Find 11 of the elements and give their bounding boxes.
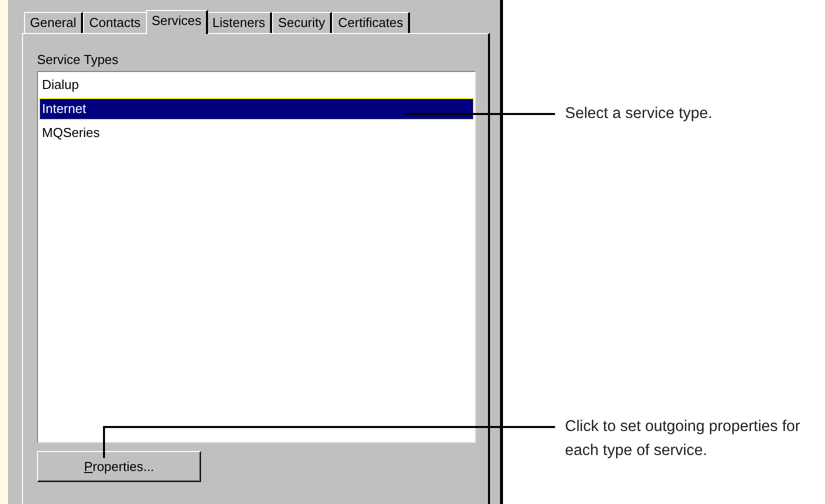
tab[interactable]: Services	[146, 10, 208, 34]
callout-text: Click to set outgoing properties for each type of service.	[565, 417, 802, 461]
tab[interactable]: Contacts	[83, 12, 148, 33]
callout-text: Select a service type.	[565, 104, 714, 124]
tab[interactable]: General	[24, 12, 84, 33]
tab[interactable]: Security	[272, 12, 332, 33]
properties-button[interactable]: Properties...	[37, 451, 201, 482]
list-item[interactable]: Internet	[39, 98, 474, 120]
tab[interactable]: Certificates	[332, 12, 410, 33]
list-label: Service Types	[37, 52, 120, 69]
tab[interactable]: Listeners	[206, 12, 272, 33]
